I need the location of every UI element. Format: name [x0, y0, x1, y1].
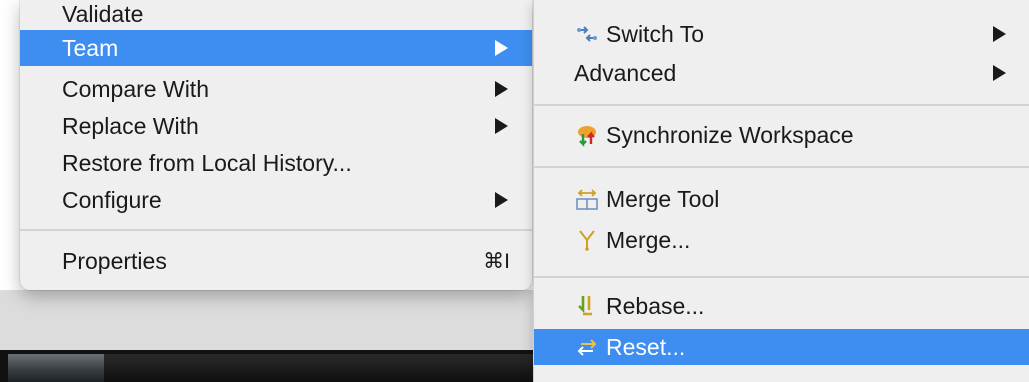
shortcut-label: ⌘I [483, 249, 510, 273]
menu-separator [534, 166, 1029, 168]
submenu-item-reset[interactable]: Reset... [534, 329, 1029, 365]
submenu-arrow-icon [993, 26, 1006, 42]
submenu-arrow-icon [495, 40, 508, 56]
switch-to-icon [574, 21, 600, 47]
menu-item-compare-with[interactable]: Compare With [20, 71, 532, 107]
submenu-arrow-icon [495, 118, 508, 134]
reset-icon [574, 334, 600, 360]
submenu-item-rebase[interactable]: Rebase... [534, 288, 1029, 324]
submenu-arrow-icon [495, 192, 508, 208]
merge-icon [574, 227, 600, 253]
submenu-item-switch-to[interactable]: Switch To [534, 16, 1029, 52]
submenu-item-merge-tool[interactable]: Merge Tool [534, 181, 1029, 217]
merge-tool-icon [574, 186, 600, 212]
rebase-icon [574, 293, 600, 319]
submenu-arrow-icon [993, 65, 1006, 81]
submenu-item-merge[interactable]: Merge... [534, 222, 1029, 258]
menu-item-configure[interactable]: Configure [20, 182, 532, 218]
context-menu: Validate Team Compare With Replace With … [20, 0, 532, 290]
background-thumbnail [8, 354, 104, 382]
menu-item-validate[interactable]: Validate [20, 0, 532, 32]
menu-item-properties[interactable]: Properties ⌘I [20, 243, 532, 279]
background-strip [104, 354, 534, 382]
submenu-item-synchronize-workspace[interactable]: Synchronize Workspace [534, 117, 1029, 153]
submenu-arrow-icon [495, 81, 508, 97]
synchronize-icon [574, 122, 600, 148]
menu-item-team[interactable]: Team [20, 30, 532, 66]
menu-separator [534, 276, 1029, 278]
menu-item-replace-with[interactable]: Replace With [20, 108, 532, 144]
menu-separator [534, 104, 1029, 106]
submenu-item-advanced[interactable]: Advanced [534, 55, 1029, 91]
menu-item-restore-local-history[interactable]: Restore from Local History... [20, 145, 532, 181]
team-submenu: Switch To Advanced Synchronize Workspace… [533, 0, 1029, 382]
menu-separator [20, 229, 532, 231]
